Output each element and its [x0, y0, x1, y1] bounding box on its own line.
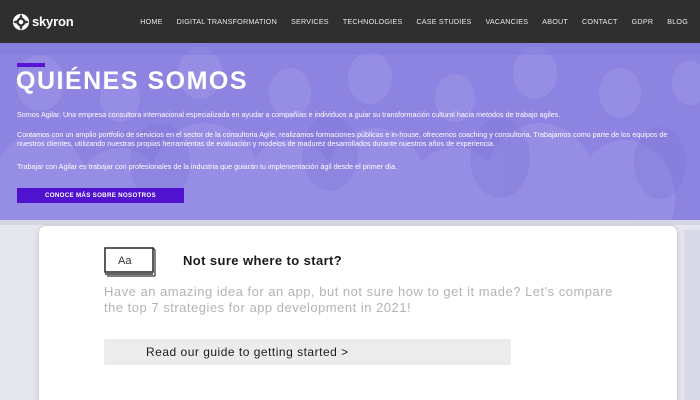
nav-item-gdpr[interactable]: GDPR: [632, 17, 654, 26]
hero-paragraph-2: Contamos con un amplio portfolio de serv…: [17, 130, 668, 148]
nav-item-vacancies[interactable]: VACANCIES: [485, 17, 528, 26]
learn-more-button[interactable]: CONOCE MÁS SOBRE NOSOTROS: [17, 188, 184, 203]
page-title: QUIÉNES SOMOS: [16, 67, 249, 95]
read-guide-button[interactable]: Read our guide to getting started >: [104, 339, 511, 365]
nav-item-digital-transformation[interactable]: DIGITAL TRANSFORMATION: [177, 17, 277, 26]
nav-item-blog[interactable]: BLOG: [667, 17, 688, 26]
nav-item-case-studies[interactable]: CASE STUDIES: [416, 17, 471, 26]
book-icon-label: Aa: [118, 255, 132, 267]
side-decoration: [684, 230, 700, 400]
top-navbar: skyron HOME DIGITAL TRANSFORMATION SERVI…: [0, 0, 700, 43]
main-menu: HOME DIGITAL TRANSFORMATION SERVICES TEC…: [126, 0, 688, 43]
nav-item-about[interactable]: ABOUT: [542, 17, 568, 26]
nav-item-services[interactable]: SERVICES: [291, 17, 329, 26]
nav-item-technologies[interactable]: TECHNOLOGIES: [343, 17, 403, 26]
hero-paragraph-3: Trabajar con Agilar es trabajar con prof…: [17, 162, 398, 171]
card-body-text: Have an amazing idea for an app, but not…: [104, 284, 613, 315]
page: skyron HOME DIGITAL TRANSFORMATION SERVI…: [0, 0, 700, 400]
brand-logo[interactable]: skyron: [12, 13, 74, 31]
hero-paragraph-1: Somos Agilar. Una empresa consultora int…: [17, 110, 561, 119]
brand-name: skyron: [32, 14, 74, 29]
book-icon: Aa: [104, 247, 156, 277]
card-title: Not sure where to start?: [183, 253, 343, 268]
nav-item-home[interactable]: HOME: [140, 17, 162, 26]
nav-item-contact[interactable]: CONTACT: [582, 17, 618, 26]
skyron-logo-icon: [12, 13, 30, 30]
